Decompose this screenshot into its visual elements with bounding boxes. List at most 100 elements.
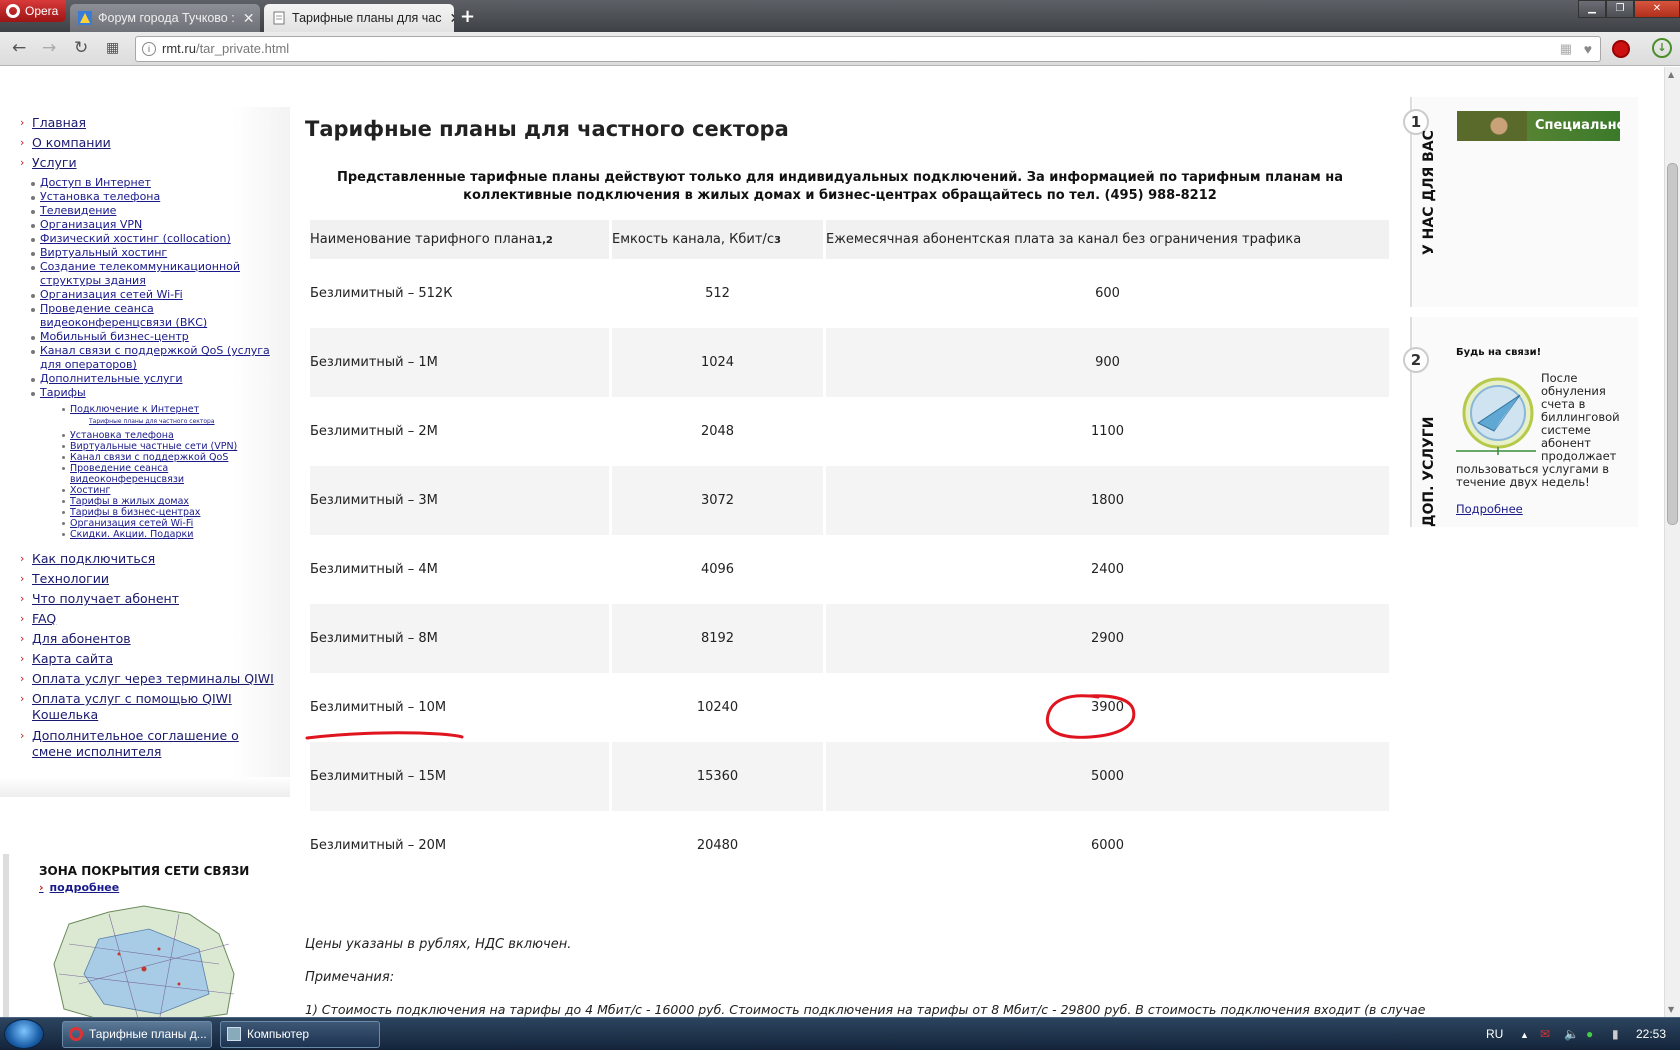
coverage-box: ЗОНА ПОКРЫТИЯ СЕТИ СВЯЗИ › подробнее xyxy=(3,854,253,1017)
tab-close-icon[interactable]: ✕ xyxy=(441,10,454,27)
prices-note: Цены указаны в рублях, НДС включен. xyxy=(305,937,572,952)
nav-service-item[interactable]: Телевидение xyxy=(31,204,270,218)
nav-technologies[interactable]: › Технологии xyxy=(20,571,290,587)
network-icon[interactable]: ▮ xyxy=(1612,1027,1619,1041)
special-offer-banner[interactable]: Специальное xyxy=(1457,111,1620,141)
scroll-up-icon[interactable]: ▲ xyxy=(1668,70,1674,79)
nav-qiwi-wallet[interactable]: › Оплата услуг с помощью QIWI Кошелька xyxy=(20,691,250,723)
block-number-2: 2 xyxy=(1403,347,1429,373)
coverage-map-image[interactable] xyxy=(49,904,239,1017)
torrent-icon[interactable]: ● xyxy=(1586,1027,1593,1041)
table-row: Безлимитный – 10М 10240 3900 xyxy=(310,673,1389,742)
nav-how-connect[interactable]: › Как подключиться xyxy=(20,551,290,567)
nav-service-item[interactable]: Доступ в Интернет xyxy=(31,176,270,190)
nav-service-item[interactable]: Физический хостинг (collocation) xyxy=(31,232,270,246)
nav-arrow-icon: › xyxy=(20,156,25,169)
back-arrow-icon[interactable]: ← xyxy=(12,38,26,58)
cell-capacity: 512 xyxy=(705,286,730,301)
opera-icon xyxy=(69,1027,83,1041)
promo-photo xyxy=(1457,111,1527,141)
browser-toolbar: ← → ↻ ▦ i rmt.ru/tar_private.html ▦ ♥ ↓ xyxy=(0,32,1680,66)
cell-plan-name: Безлимитный – 3М xyxy=(310,466,609,535)
block-label-extra-services: ДОП. УСЛУГИ xyxy=(1421,416,1437,527)
table-row: Безлимитный – 15М 15360 5000 xyxy=(310,742,1389,811)
page-viewport: › Главная › О компании › Услуги Доступ в Ин… xyxy=(0,67,1664,1017)
nav-tariff-item[interactable]: Канал связи с поддержкой QoS xyxy=(62,452,270,463)
table-row: Безлимитный – 3М 3072 1800 xyxy=(310,466,1389,535)
nav-service-item[interactable]: Дополнительные услуги xyxy=(31,372,270,386)
nav-service-item[interactable]: Организация VPN xyxy=(31,218,270,232)
stash-grid-icon[interactable]: ▦ xyxy=(1560,37,1572,61)
tab-tariffs[interactable]: Тарифные планы для час ✕ xyxy=(264,4,454,32)
nav-for-subscribers[interactable]: › Для абонентов xyxy=(20,631,290,647)
nav-arrow-icon: › xyxy=(20,729,25,742)
nav-tariff-item[interactable]: Тарифы в жилых домах xyxy=(62,496,270,507)
speed-dial-icon[interactable]: ▦ xyxy=(106,40,119,56)
nav-tariff-private-current[interactable]: Тарифные планы для частного сектора xyxy=(89,418,215,425)
tab-forum[interactable]: Форум города Тучково : ✕ xyxy=(70,4,260,32)
footnote-ref: 1,2 xyxy=(535,235,553,246)
site-info-icon[interactable]: i xyxy=(142,42,156,56)
new-tab-button[interactable]: + xyxy=(460,6,475,27)
col-header-capacity: Емкость канала, Кбит/с3 xyxy=(612,220,823,259)
table-header-row: Наименование тарифного плана1,2 Емкость … xyxy=(310,220,1389,259)
tray-expand-icon[interactable]: ▲ xyxy=(1520,1030,1529,1040)
nav-tariff-item[interactable]: Хостинг xyxy=(62,485,270,496)
cell-plan-name: Безлимитный – 4М xyxy=(310,562,438,577)
nav-subscriber-gets[interactable]: › Что получает абонент xyxy=(20,591,290,607)
adblock-stop-icon[interactable] xyxy=(1612,40,1630,58)
reload-icon[interactable]: ↻ xyxy=(74,38,88,58)
volume-icon[interactable]: 🔈 xyxy=(1564,1027,1579,1041)
note-1: 1) Стоимость подключения на тарифы до 4 … xyxy=(305,1002,1426,1017)
coverage-more-link[interactable]: › подробнее xyxy=(39,881,119,894)
nav-tariff-item[interactable]: Установка телефона xyxy=(62,430,270,441)
nav-tariff-item[interactable]: Скидки. Акции. Подарки xyxy=(62,529,270,540)
clock[interactable]: 22:53 xyxy=(1636,1027,1666,1041)
nav-tariff-item[interactable]: Организация сетей Wi-Fi xyxy=(62,518,270,529)
address-bar[interactable]: i rmt.ru/tar_private.html ▦ ♥ xyxy=(135,36,1601,62)
opera-menu-button[interactable]: Opera xyxy=(0,0,66,22)
scrollbar-thumb[interactable] xyxy=(1667,163,1678,525)
keep-connected-more-link[interactable]: Подробнее xyxy=(1456,502,1523,516)
table-row: Безлимитный – 2М 2048 1100 xyxy=(310,397,1389,466)
col-header-name: Наименование тарифного плана1,2 xyxy=(310,220,609,259)
block-label-for-you: У НАС ДЛЯ ВАС xyxy=(1421,130,1437,255)
forward-arrow-icon[interactable]: → xyxy=(42,38,56,58)
taskbar-opera-window[interactable]: Тарифные планы д... xyxy=(62,1021,212,1048)
cell-price: 1100 xyxy=(1090,424,1125,439)
cell-plan-name: Безлимитный – 1М xyxy=(310,328,609,397)
close-window-icon[interactable]: ✕ xyxy=(1634,0,1680,18)
nav-tariff-item[interactable]: Проведение сеанса видеоконференцсвязи xyxy=(62,463,270,485)
nav-service-item[interactable]: Проведение сеанса видеоконференцсвязи (В… xyxy=(31,302,270,330)
page-favicon-icon xyxy=(273,11,285,25)
language-indicator[interactable]: RU xyxy=(1486,1027,1503,1041)
nav-service-item[interactable]: Мобильный бизнес-центр xyxy=(31,330,270,344)
nav-agreement[interactable]: › Дополнительное соглашение о смене испол… xyxy=(20,728,250,760)
bookmark-heart-icon[interactable]: ♥ xyxy=(1584,37,1592,61)
nav-tariff-item[interactable]: Виртуальные частные сети (VPN) xyxy=(62,441,270,452)
nav-sitemap[interactable]: › Карта сайта xyxy=(20,651,290,667)
start-button[interactable] xyxy=(4,1019,44,1049)
nav-tariff-item[interactable]: Тарифы в бизнес-центрах xyxy=(62,507,270,518)
nav-faq[interactable]: › FAQ xyxy=(20,611,290,627)
nav-tariff-internet[interactable]: Подключение к Интернет xyxy=(62,404,270,415)
nav-about[interactable]: › О компании xyxy=(20,135,290,151)
taskbar-computer-window[interactable]: Компьютер xyxy=(220,1021,380,1048)
scroll-down-icon[interactable]: ▼ xyxy=(1668,1005,1674,1014)
maximize-icon[interactable]: ❐ xyxy=(1606,0,1634,18)
nav-service-item[interactable]: Виртуальный хостинг xyxy=(31,246,270,260)
nav-service-item[interactable]: Установка телефона xyxy=(31,190,270,204)
nav-services[interactable]: › Услуги xyxy=(20,155,290,171)
mail-icon[interactable]: ✉ xyxy=(1540,1027,1550,1041)
page-scrollbar[interactable]: ▲ ▼ xyxy=(1664,67,1680,1017)
nav-service-item[interactable]: Организация сетей Wi-Fi xyxy=(31,288,270,302)
nav-service-item[interactable]: Канал связи с поддержкой QoS (услуга для… xyxy=(31,344,270,372)
minimize-icon[interactable]: ▁ xyxy=(1578,0,1606,18)
tab-close-icon[interactable]: ✕ xyxy=(235,10,255,27)
nav-home[interactable]: › Главная xyxy=(20,115,290,131)
nav-tariffs[interactable]: Тарифы xyxy=(31,386,270,400)
nav-service-item[interactable]: Создание телекоммуникационной структуры … xyxy=(31,260,270,288)
cell-plan-name: Безлимитный – 15М xyxy=(310,742,609,811)
download-icon[interactable]: ↓ xyxy=(1652,38,1672,58)
nav-qiwi-terminals[interactable]: › Оплата услуг через терминалы QIWI xyxy=(20,671,290,687)
